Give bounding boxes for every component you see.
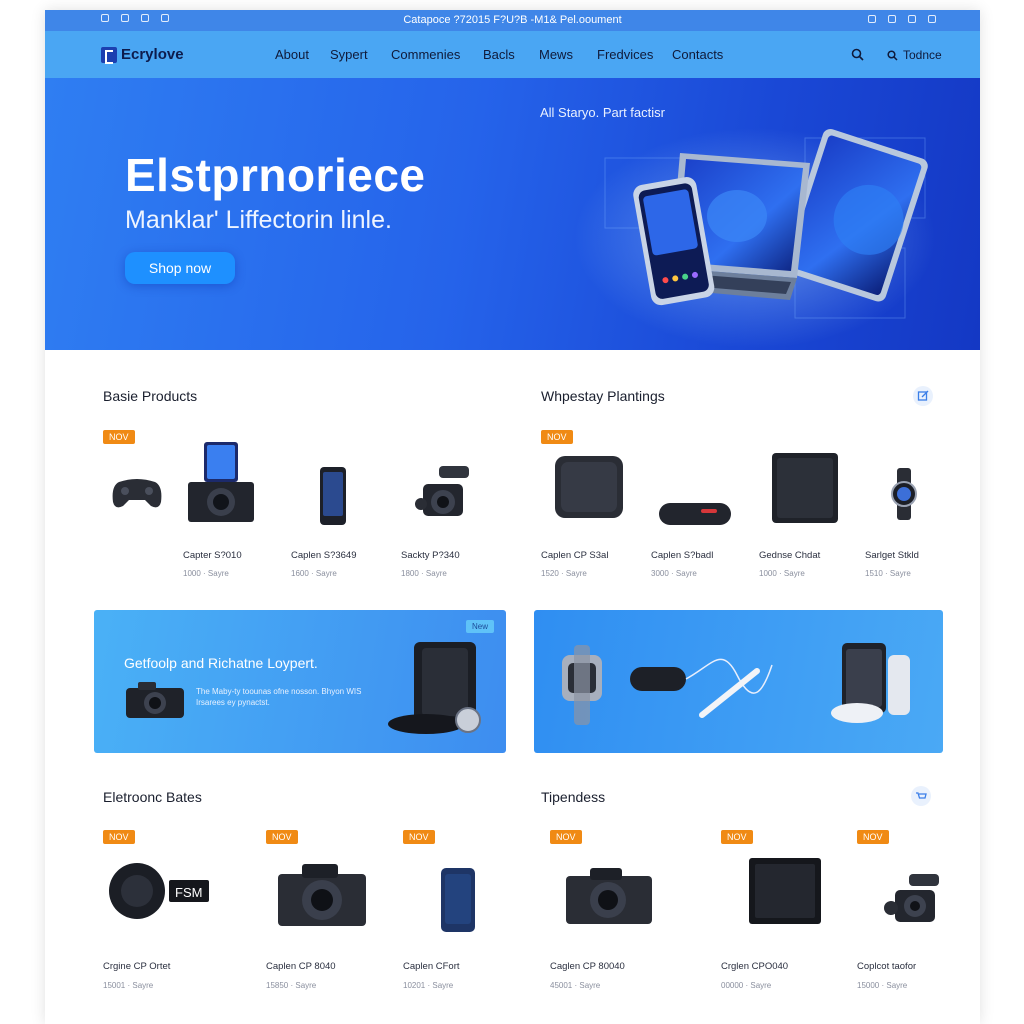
promo-title: Getfoolp and Richatne Loypert. bbox=[124, 655, 318, 671]
product-meta: 1520 · Sayre bbox=[541, 569, 587, 578]
promo-banner-left[interactable]: New Getfoolp and Richatne Loypert. The M… bbox=[94, 610, 506, 753]
window-right-controls bbox=[868, 15, 936, 23]
promo-text: The Maby-ty toounas ofne nosson. Bhyon W… bbox=[196, 687, 362, 707]
product-meta: 15000 · Sayre bbox=[857, 981, 908, 990]
new-badge: NOV bbox=[721, 830, 753, 844]
hero-title: Elstprnoriece bbox=[125, 149, 426, 201]
new-badge: NOV bbox=[541, 430, 573, 444]
nav-link-mews[interactable]: Mews bbox=[539, 47, 597, 62]
main-navbar: Ecrylove About Sypert Commenies Bacls Me… bbox=[45, 31, 980, 78]
search-icon[interactable] bbox=[851, 48, 864, 61]
nav-links: About Sypert Commenies Bacls Mews Fredvi… bbox=[275, 47, 742, 62]
cart-link-icon[interactable] bbox=[911, 786, 931, 806]
section-title-whpestay: Whpestay Plantings bbox=[541, 388, 665, 404]
camera-icon bbox=[566, 868, 652, 924]
nav-link-about[interactable]: About bbox=[275, 47, 330, 62]
product-name: Coplcot taofor bbox=[857, 961, 917, 972]
product-meta: 15001 · Sayre bbox=[103, 981, 154, 990]
new-badge: NOV bbox=[857, 830, 889, 844]
watch-icon bbox=[891, 468, 917, 520]
monitor-box-icon bbox=[749, 858, 821, 924]
speaker-tower-icon bbox=[388, 642, 481, 734]
minimize-icon[interactable] bbox=[868, 15, 876, 23]
hero-subtitle: Manklar' Liffectorin linle. bbox=[125, 206, 392, 234]
product-meta: 1510 · Sayre bbox=[865, 569, 911, 578]
close-icon[interactable] bbox=[928, 15, 936, 23]
product-meta: 15850 · Sayre bbox=[266, 981, 317, 990]
product-name: Caplen CP S3al bbox=[541, 550, 609, 561]
product-name: Sackty P?340 bbox=[401, 550, 460, 561]
window-titlebar: Catapoce ?72015 F?U?B -M1& Pel.ooument bbox=[45, 10, 980, 31]
window-title: Catapoce ?72015 F?U?B -M1& Pel.ooument bbox=[403, 14, 622, 26]
new-badge: NOV bbox=[550, 830, 582, 844]
camera-icon bbox=[278, 864, 366, 926]
product-name: Caplen S?badl bbox=[651, 550, 714, 561]
gamepad-icon bbox=[112, 479, 162, 508]
promo-tag: New bbox=[465, 620, 494, 633]
product-meta: 1800 · Sayre bbox=[401, 569, 447, 578]
section-title-electronic: Eletroonc Bates bbox=[103, 789, 202, 805]
new-badge: NOV bbox=[103, 830, 135, 844]
hero-devices-illustration bbox=[575, 128, 935, 348]
camcorder-icon bbox=[415, 466, 469, 516]
settings-icon[interactable] bbox=[888, 15, 896, 23]
shop-now-button[interactable]: Shop now bbox=[125, 252, 235, 284]
new-badge: NOV bbox=[403, 830, 435, 844]
promo-banner-right[interactable] bbox=[534, 610, 943, 753]
nav-link-bacls[interactable]: Bacls bbox=[483, 47, 539, 62]
product-meta: 1000 · Sayre bbox=[183, 569, 229, 578]
product-name: Caplen CFort bbox=[403, 961, 460, 972]
new-badge: NOV bbox=[266, 830, 298, 844]
product-meta: 00000 · Sayre bbox=[721, 981, 772, 990]
new-badge: NOV bbox=[103, 430, 135, 444]
product-name: Caplen S?3649 bbox=[291, 550, 357, 561]
product-name: Crglen CPO040 bbox=[721, 961, 789, 972]
hero-banner: Elstprnoriece Manklar' Liffectorin linle… bbox=[45, 78, 980, 350]
account-label: Todnce bbox=[903, 48, 942, 62]
camera-icon bbox=[126, 682, 184, 718]
product-name: Sarlget Stkld bbox=[865, 550, 919, 561]
browser-window: Catapoce ?72015 F?U?B -M1& Pel.ooument E… bbox=[45, 10, 980, 1024]
site-logo[interactable]: Ecrylove bbox=[101, 46, 184, 64]
soundbar-icon bbox=[659, 503, 731, 525]
nav-link-contacts[interactable]: Contacts bbox=[672, 47, 742, 62]
product-name: Caplen CP 8040 bbox=[266, 961, 336, 972]
product-meta: 1000 · Sayre bbox=[759, 569, 805, 578]
nav-link-fredvices[interactable]: Fredvices bbox=[597, 47, 672, 62]
router-box-icon bbox=[772, 453, 838, 523]
camera-icon bbox=[188, 442, 254, 522]
product-meta: 1600 · Sayre bbox=[291, 569, 337, 578]
product-meta: 45001 · Sayre bbox=[550, 981, 601, 990]
maximize-icon[interactable] bbox=[908, 15, 916, 23]
product-name: Capter S?010 bbox=[183, 550, 242, 561]
logo-text: Ecrylove bbox=[121, 46, 184, 63]
product-meta: 3000 · Sayre bbox=[651, 569, 697, 578]
nav-link-commenies[interactable]: Commenies bbox=[391, 47, 483, 62]
phone-icon bbox=[441, 868, 475, 932]
logo-icon bbox=[101, 46, 117, 64]
promo-products-illustration bbox=[562, 643, 910, 725]
nav-link-sypert[interactable]: Sypert bbox=[330, 47, 391, 62]
section-link-icon[interactable] bbox=[913, 386, 933, 406]
product-meta: 10201 · Sayre bbox=[403, 981, 454, 990]
product-name: Gednse Chdat bbox=[759, 550, 821, 561]
camcorder-icon bbox=[884, 874, 939, 922]
speaker-box-icon bbox=[555, 456, 623, 518]
account-search-icon bbox=[887, 49, 898, 61]
product-name: Crgine CP Ortet bbox=[103, 961, 171, 972]
product-name: Caglen CP 80040 bbox=[550, 961, 625, 972]
speaker-label: FSM bbox=[175, 885, 203, 900]
account-button[interactable]: Todnce bbox=[887, 48, 942, 62]
section-title-basic: Basie Products bbox=[103, 388, 198, 404]
phone-icon bbox=[320, 467, 346, 525]
section-title-tipendess: Tipendess bbox=[541, 789, 606, 805]
